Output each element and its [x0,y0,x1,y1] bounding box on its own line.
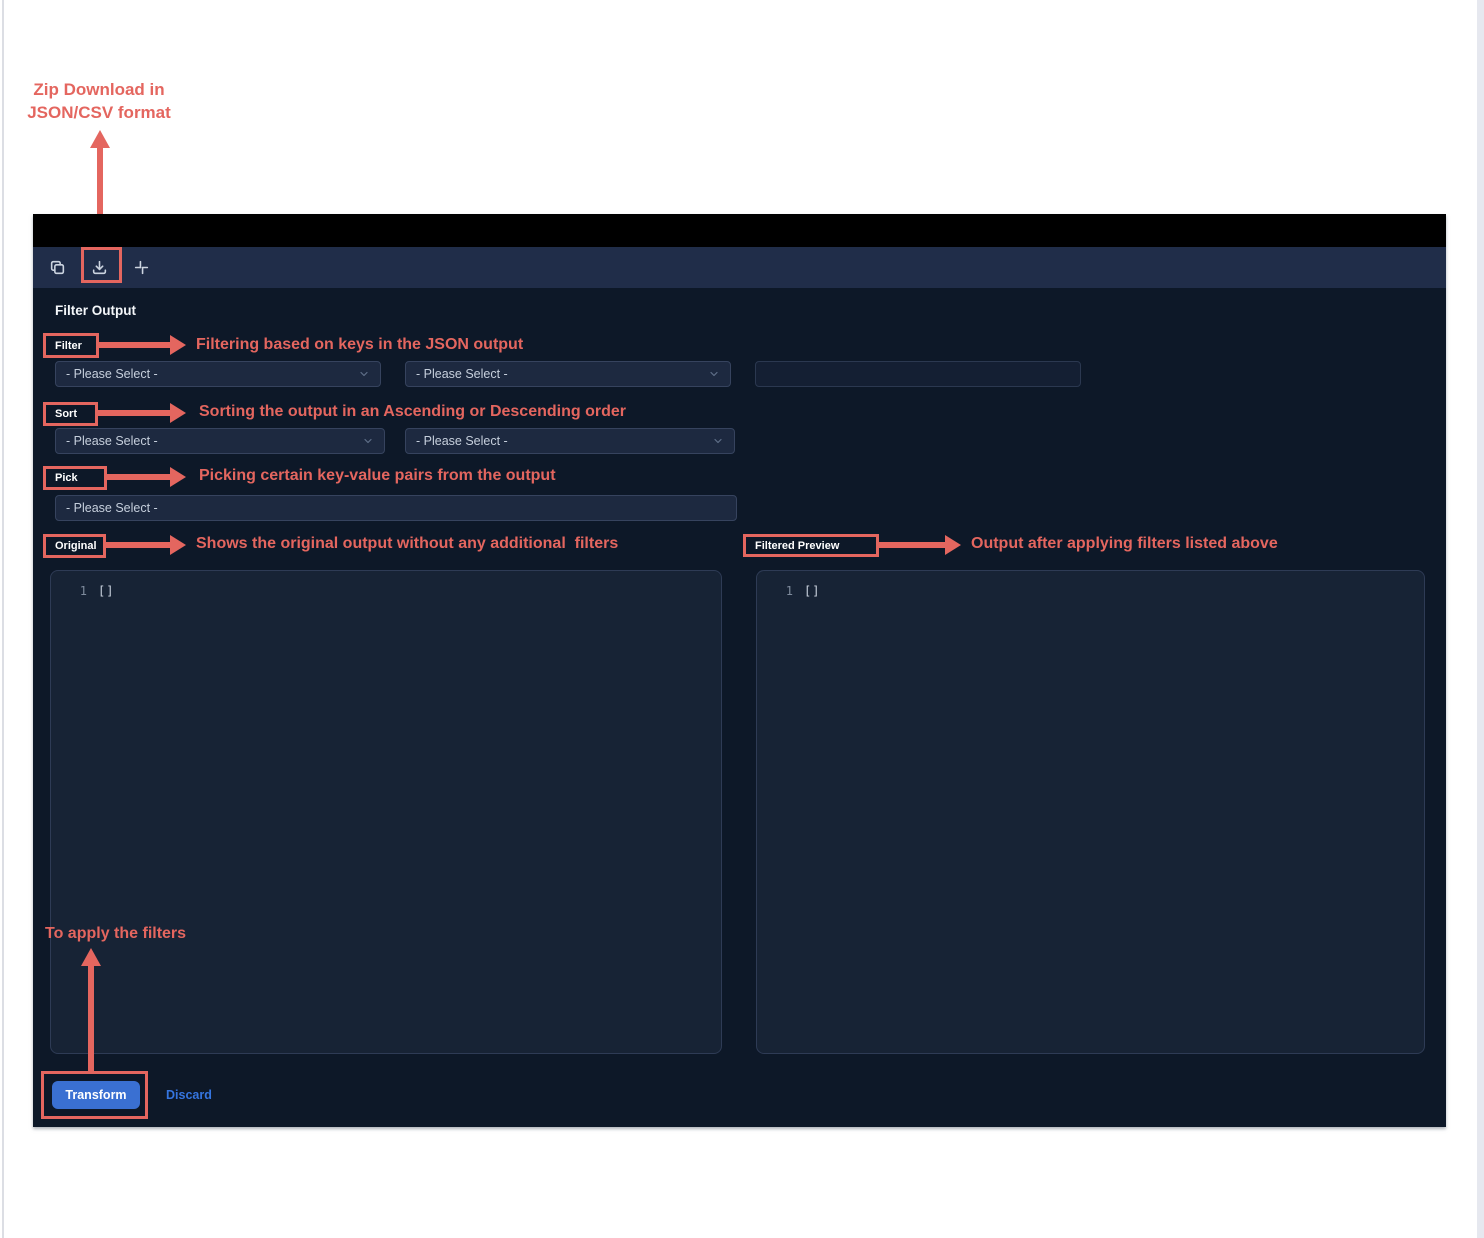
filter-key-select-value: - Please Select - [66,367,158,381]
sort-label: Sort [55,408,77,420]
annotation-box-download [81,247,122,283]
sort-key-select[interactable]: - Please Select - [55,428,385,454]
annotation-box-sort: Sort [43,402,98,426]
page-title: Filter Output [55,303,136,318]
arrow-head-filtered [945,535,961,555]
filter-label: Filter [55,340,82,352]
line-number: 1 [51,584,87,598]
chevron-down-icon [712,435,724,447]
transform-button[interactable]: Transform [52,1081,140,1109]
pick-keys-select-value: - Please Select - [66,501,158,515]
annotation-pick: Picking certain key-value pairs from the… [199,467,556,485]
filter-operator-select[interactable]: - Please Select - [405,361,731,387]
annotation-zip-line2: JSON/CSV format [27,103,171,122]
filter-value-input[interactable] [755,361,1081,387]
arrow-shaft-original [106,542,170,548]
annotation-filtered-preview: Output after applying filters listed abo… [971,535,1278,553]
annotation-box-pick: Pick [43,466,107,490]
original-label: Original [55,540,97,552]
filter-operator-select-value: - Please Select - [416,367,508,381]
original-output-editor[interactable]: 1 [] [50,570,722,1054]
arrow-head-sort [170,403,186,423]
annotation-zip-download: Zip Download in JSON/CSV format [24,78,174,124]
arrow-shaft-filtered [879,542,945,548]
annotation-filter: Filtering based on keys in the JSON outp… [196,336,523,354]
chevron-down-icon [362,435,374,447]
collapse-icon[interactable] [131,258,151,278]
dialog-toolbar [33,247,1446,288]
pick-label: Pick [55,472,78,484]
filtered-preview-label: Filtered Preview [755,540,839,552]
annotation-sort: Sorting the output in an Ascending or De… [199,403,626,421]
page-left-border [2,0,4,1238]
annotation-apply-filters: To apply the filters [45,925,186,943]
chevron-down-icon [358,368,370,380]
window-top-bar [33,214,1446,247]
sort-key-select-value: - Please Select - [66,434,158,448]
sort-order-select[interactable]: - Please Select - [405,428,735,454]
arrow-shaft-sort [98,410,170,416]
chevron-down-icon [708,368,720,380]
filtered-code: [] [793,584,820,598]
annotation-box-filtered-preview: Filtered Preview [743,534,879,557]
arrow-head-original [170,535,186,555]
line-number: 1 [757,584,793,598]
annotation-box-original: Original [43,534,106,558]
discard-link[interactable]: Discard [166,1088,212,1102]
filter-key-select[interactable]: - Please Select - [55,361,381,387]
annotation-zip-line1: Zip Download in [33,80,164,99]
arrow-head-pick [170,467,186,487]
annotation-original: Shows the original output without any ad… [196,535,618,553]
arrow-head-filter [170,335,186,355]
filtered-preview-editor[interactable]: 1 [] [756,570,1425,1054]
sort-order-select-value: - Please Select - [416,434,508,448]
annotation-box-filter: Filter [43,333,99,358]
arrow-shaft-pick [107,474,170,480]
arrow-shaft-filter [99,342,170,348]
original-code: [] [87,584,114,598]
arrow-shaft-apply [88,964,94,1072]
pick-keys-select[interactable]: - Please Select - [55,495,737,521]
copy-icon[interactable] [47,258,67,278]
page-right-scroll-strip[interactable] [1477,0,1484,1238]
